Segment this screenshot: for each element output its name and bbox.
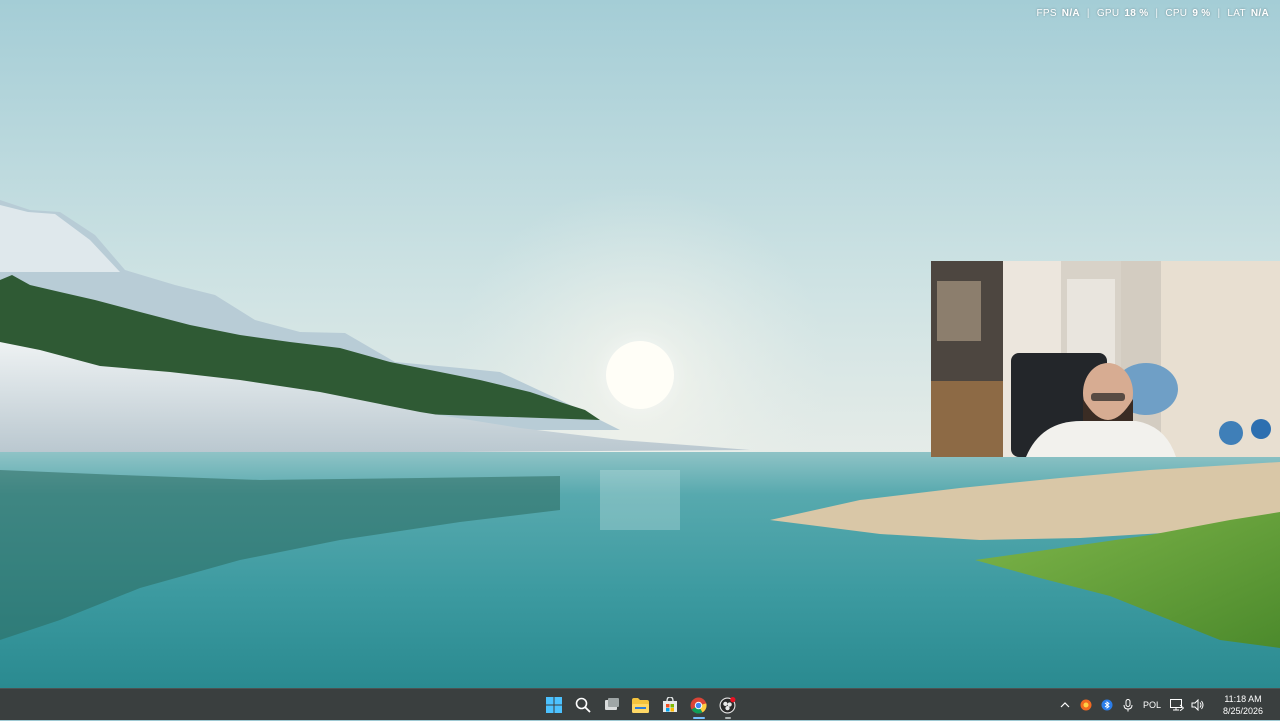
- file-explorer-button[interactable]: [626, 689, 655, 721]
- tray-app-orange[interactable]: [1075, 689, 1096, 721]
- separator: |: [1155, 8, 1159, 19]
- separator: |: [1217, 8, 1221, 19]
- latency-value: N/A: [1250, 8, 1269, 19]
- gpu-value: 18 %: [1124, 8, 1149, 19]
- taskbar-pinned-apps: [539, 689, 742, 721]
- obs-button[interactable]: [713, 689, 742, 721]
- start-button[interactable]: [539, 689, 568, 721]
- volume-button[interactable]: [1187, 689, 1208, 721]
- latency-label: LAT: [1227, 8, 1246, 19]
- clock-button[interactable]: 11:18 AM 8/25/2026: [1212, 693, 1274, 717]
- search-icon: [575, 697, 591, 713]
- fps-label: FPS: [1036, 8, 1057, 19]
- clock-time: 11:18 AM: [1224, 694, 1262, 704]
- active-indicator: [692, 717, 705, 719]
- microphone-button[interactable]: [1117, 689, 1138, 721]
- folder-icon: [632, 697, 649, 713]
- separator: |: [1086, 8, 1090, 19]
- network-icon: [1169, 699, 1184, 711]
- bluetooth-button[interactable]: [1096, 689, 1117, 721]
- task-view-button[interactable]: [597, 689, 626, 721]
- webcam-overlay: [931, 261, 1280, 457]
- cpu-value: 9 %: [1192, 8, 1211, 19]
- show-hidden-icons-button[interactable]: [1054, 689, 1075, 721]
- task-view-icon: [604, 698, 619, 710]
- input-language[interactable]: POL: [1138, 689, 1166, 721]
- fps-value: N/A: [1061, 8, 1080, 19]
- running-indicator: [724, 717, 731, 719]
- store-icon: [662, 697, 677, 712]
- chrome-button[interactable]: [684, 689, 713, 721]
- app-tray-icon: [1080, 699, 1091, 711]
- cpu-stat: CPU 9 %: [1165, 8, 1210, 19]
- speaker-icon: [1191, 699, 1204, 711]
- fps-stat: FPS N/A: [1036, 8, 1079, 19]
- system-tray: POL 11:18 AM 8/25/2026: [1054, 689, 1280, 721]
- latency-stat: LAT N/A: [1227, 8, 1269, 19]
- cpu-label: CPU: [1165, 8, 1188, 19]
- obs-recording-icon: [719, 696, 736, 713]
- taskbar: POL 11:18 AM 8/25/2026: [0, 688, 1280, 720]
- network-button[interactable]: [1166, 689, 1187, 721]
- performance-overlay: FPS N/A | GPU 18 % | CPU 9 % | LAT N/A: [1036, 8, 1269, 19]
- microsoft-store-button[interactable]: [655, 689, 684, 721]
- chrome-icon: [690, 697, 707, 713]
- clock-date: 8/25/2026: [1222, 706, 1264, 716]
- gpu-label: GPU: [1096, 8, 1120, 19]
- bluetooth-icon: [1101, 699, 1112, 711]
- chevron-up-icon: [1060, 702, 1069, 708]
- windows-logo-icon: [545, 697, 562, 713]
- microphone-icon: [1123, 698, 1132, 711]
- gpu-stat: GPU 18 %: [1097, 8, 1149, 19]
- search-button[interactable]: [568, 689, 597, 721]
